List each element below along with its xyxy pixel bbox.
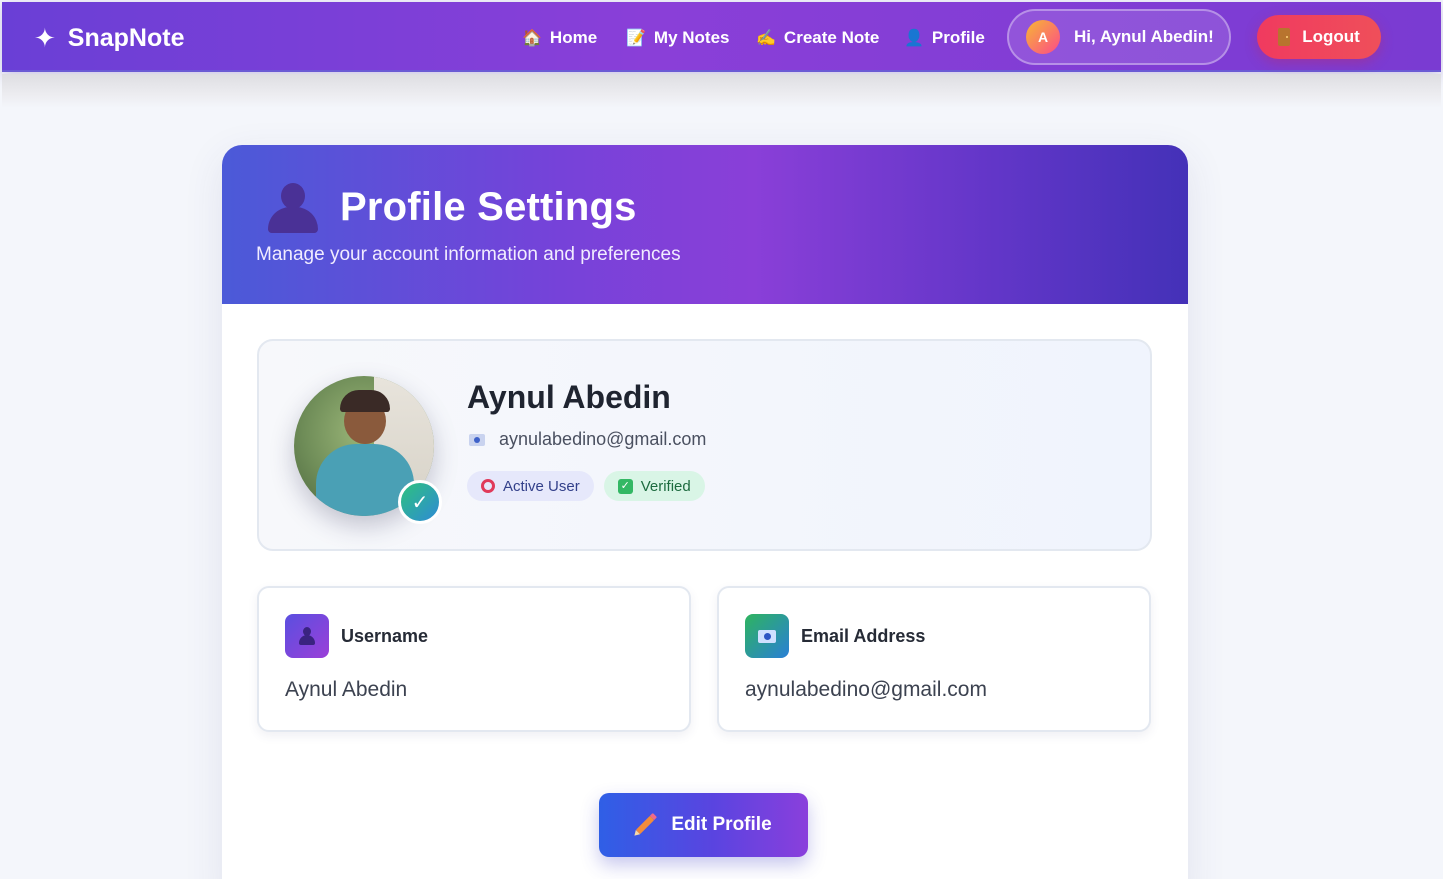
user-greeting: Hi, Aynul Abedin! — [1074, 27, 1214, 46]
target-icon — [481, 479, 495, 493]
profile-name: Aynul Abedin — [467, 379, 671, 415]
nav-my-notes-label: My Notes — [653, 28, 730, 47]
user-silhouette-icon — [266, 181, 318, 233]
logout-label: Logout — [1302, 27, 1360, 46]
nav-create-note[interactable]: ✍️ Create Note — [756, 24, 879, 52]
note-icon: 📝 — [626, 30, 646, 47]
nav-profile-label: Profile — [931, 28, 985, 47]
nav-home[interactable]: 🏠 Home — [522, 24, 597, 52]
edit-profile-label: Edit Profile — [671, 814, 772, 835]
email-address-icon — [745, 614, 789, 658]
nav-profile[interactable]: 👤 Profile — [904, 24, 985, 52]
user-icon: 👤 — [904, 30, 924, 47]
profile-header: Profile Settings Manage your account inf… — [222, 145, 1188, 304]
email-card: Email Address aynulabedino@gmail.com — [717, 586, 1151, 732]
email-value: aynulabedino@gmail.com — [745, 678, 987, 701]
profile-photo-wrapper: ✓ — [294, 376, 442, 524]
email-icon — [469, 433, 485, 446]
profile-summary: ✓ Aynul Abedin aynulabedino@gmail.com Ac… — [257, 339, 1152, 551]
door-icon — [1278, 28, 1291, 46]
nav-my-notes[interactable]: 📝 My Notes — [626, 24, 730, 52]
brand-logo[interactable]: ✦ SnapNote — [34, 22, 184, 54]
writing-hand-icon: ✍️ — [756, 30, 776, 47]
pencil-icon — [636, 815, 655, 835]
profile-card: Profile Settings Manage your account inf… — [222, 145, 1188, 879]
username-label: Username — [341, 626, 429, 646]
badge-active-label: Active User — [503, 477, 580, 495]
nav-home-label: Home — [549, 28, 598, 47]
page-subtitle: Manage your account information and pref… — [256, 244, 681, 265]
house-icon: 🏠 — [522, 30, 542, 47]
verified-check-icon: ✓ — [398, 480, 442, 524]
email-label: Email Address — [801, 626, 926, 646]
brand-name: SnapNote — [67, 23, 185, 52]
edit-profile-button[interactable]: Edit Profile — [599, 793, 808, 857]
sparkles-icon: ✦ — [34, 23, 56, 53]
status-badge-active: Active User — [467, 471, 594, 501]
profile-email: aynulabedino@gmail.com — [499, 429, 707, 449]
badge-verified-label: Verified — [640, 477, 691, 495]
avatar: A — [1026, 20, 1060, 54]
navbar-shadow — [2, 74, 1441, 108]
status-badge-verified: ✓ Verified — [603, 471, 705, 501]
profile-email-row: aynulabedino@gmail.com — [469, 429, 706, 450]
username-value: Aynul Abedin — [285, 678, 408, 701]
username-card: Username Aynul Abedin — [257, 586, 691, 732]
logout-button[interactable]: Logout — [1257, 15, 1381, 59]
nav-create-note-label: Create Note — [783, 28, 880, 47]
top-navbar: ✦ SnapNote 🏠 Home 📝 My Notes ✍️ Create N… — [2, 2, 1441, 72]
status-badges: Active User ✓ Verified — [467, 471, 705, 501]
username-icon — [285, 614, 329, 658]
checkbox-icon: ✓ — [617, 478, 633, 494]
page-title: Profile Settings — [340, 184, 637, 229]
user-greeting-pill[interactable]: A Hi, Aynul Abedin! — [1007, 9, 1231, 65]
